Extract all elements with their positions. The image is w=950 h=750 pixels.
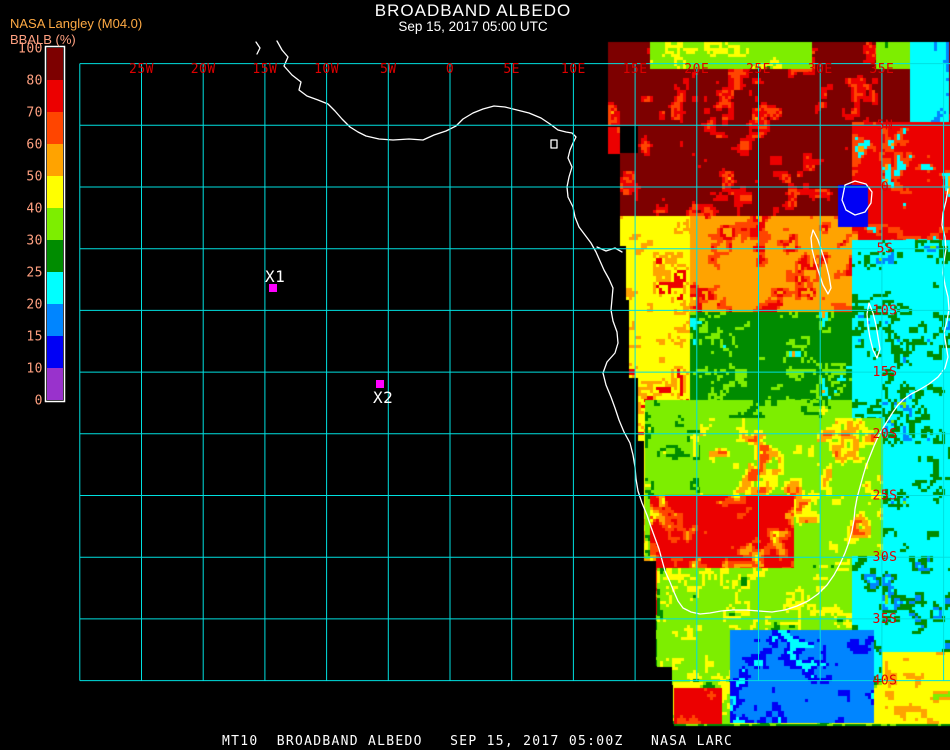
colorbar-tick-label: 0 [35, 394, 43, 409]
colorbar-segment [47, 336, 63, 368]
latitude-label: 5N [877, 118, 894, 133]
product-label: BBALB (%) [10, 32, 76, 47]
longitude-label: 15E [623, 62, 648, 77]
source-label: NASA Langley (M04.0) [10, 16, 143, 31]
albedo-quicklook-image: 25W 20W 15W 10W 5W 0 5E 10E 15E 20E 25E 30E 35E 5N 0 5S… [0, 0, 950, 750]
colorbar-tick-label: 70 [26, 106, 43, 121]
colorbar-segment [47, 368, 63, 400]
point-markers: X1 X2 [265, 267, 393, 407]
longitude-label: 25W [129, 62, 154, 77]
latitude-label: 40S [873, 674, 898, 689]
west-and-south-africa-coast [276, 40, 950, 615]
latlon-grid [79, 63, 950, 682]
longitude-label: 20E [684, 62, 709, 77]
colorbar-segment [47, 144, 63, 176]
colorbar-segment [47, 48, 63, 80]
latitude-label: 15S [873, 365, 898, 380]
latitude-label: 5S [877, 242, 894, 257]
latitude-label: 30S [873, 550, 898, 565]
colorbar-tick-label: 40 [26, 202, 43, 217]
colorbar-tick-label: 80 [26, 74, 43, 89]
dakar-coast-fragment [255, 41, 261, 55]
colorbar-segment [47, 112, 63, 144]
longitude-label: 30E [808, 62, 833, 77]
colorbar-tick-label: 20 [26, 298, 43, 313]
colorbar-tick-label: 30 [26, 234, 43, 249]
latitude-label: 10S [873, 303, 898, 318]
colorbar-segment [47, 304, 63, 336]
latitude-label: 20S [873, 427, 898, 442]
latitude-label: 0 [881, 180, 889, 195]
map-overlay: 25W 20W 15W 10W 5W 0 5E 10E 15E 20E 25E 30E 35E 5N 0 5S… [18, 40, 950, 689]
coastline-layer [255, 40, 950, 615]
longitude-label: 10E [561, 62, 586, 77]
colorbar-tick-label: 60 [26, 138, 43, 153]
colorbar-segment [47, 272, 63, 304]
longitude-label: 5E [503, 62, 520, 77]
lake-victoria [841, 180, 873, 216]
latitude-label: 25S [873, 489, 898, 504]
bioko-island [550, 139, 558, 149]
colorbar-segment [47, 208, 63, 240]
colorbar-segment [47, 80, 63, 112]
page-subtitle: Sep 15, 2017 05:00 UTC [398, 19, 548, 34]
colorbar-tick-label: 50 [26, 170, 43, 185]
longitude-label: 15W [252, 62, 277, 77]
marker-x2-label: X2 [373, 388, 393, 407]
geo-labels: 25W 20W 15W 10W 5W 0 5E 10E 15E 20E 25E 30E 35E 5N 0 5S… [129, 62, 897, 689]
longitude-label: 0 [446, 62, 454, 77]
colorbar-tick-label: 15 [26, 330, 43, 345]
longitude-label: 25E [746, 62, 771, 77]
longitude-label: 5W [380, 62, 397, 77]
colorbar-tick-label: 10 [26, 362, 43, 377]
latitude-label: 35S [873, 612, 898, 627]
colorbar-segment [47, 176, 63, 208]
longitude-label: 10W [314, 62, 339, 77]
longitude-label: 35E [869, 62, 894, 77]
colorbar [44, 45, 66, 403]
lake-tanganyika [810, 229, 832, 295]
congo-river [596, 246, 623, 253]
longitude-label: 20W [191, 62, 216, 77]
page-title: BROADBAND ALBEDO [374, 1, 572, 20]
colorbar-tick-label: 25 [26, 266, 43, 281]
footer-caption: MT10 BROADBAND ALBEDO SEP 15, 2017 05:00… [222, 734, 734, 749]
colorbar-segment [47, 240, 63, 272]
marker-x1-label: X1 [265, 267, 285, 286]
marker-x2 [376, 380, 384, 388]
colorbar-scale-labels: 100807060504030252015100 [18, 42, 43, 409]
